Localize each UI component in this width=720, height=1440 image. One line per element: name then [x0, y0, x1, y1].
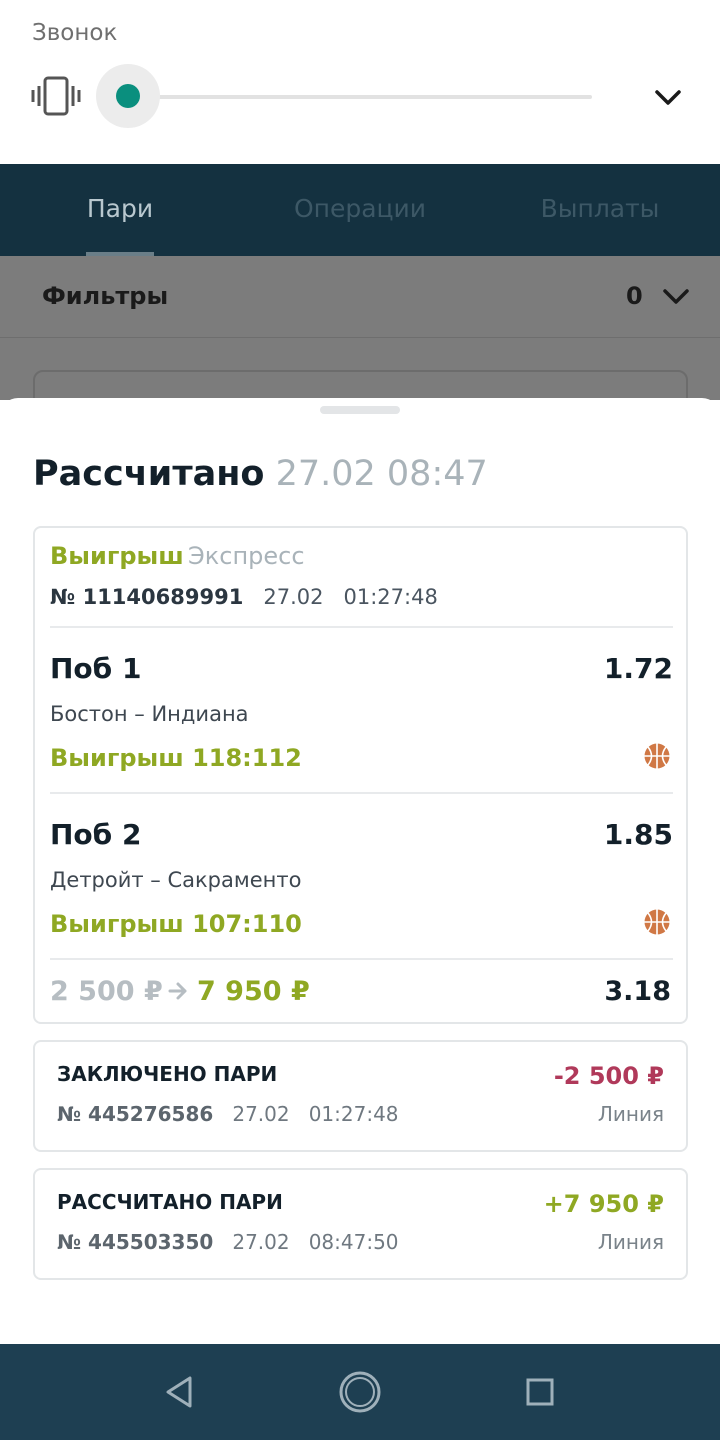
leg-odds: 1.85: [603, 818, 673, 851]
bet-stake: 2 500 ₽: [50, 976, 163, 1007]
volume-panel: Звонок: [0, 0, 720, 164]
bet-number-line: № 11140689991 27.02 01:27:48: [50, 585, 438, 609]
bet-card: Выигрыш Экспресс № 11140689991 27.02 01:…: [33, 526, 688, 1024]
leg-outcome: Поб 2: [50, 818, 142, 851]
sheet-drag-handle[interactable]: [320, 406, 400, 414]
bet-total-odds: 3.18: [604, 976, 671, 1007]
filters-label: Фильтры: [42, 282, 169, 310]
operation-line: Линия: [597, 1230, 664, 1254]
divider: [50, 792, 673, 794]
bet-details-sheet: Рассчитано 27.02 08:47 Выигрыш Экспресс …: [0, 398, 720, 1344]
operation-date: 27.02: [232, 1102, 290, 1126]
tab-payouts[interactable]: Выплаты: [480, 194, 720, 223]
bet-type: Экспресс: [188, 542, 305, 570]
sheet-status: Рассчитано: [33, 454, 265, 494]
operation-number: № 445276586: [57, 1102, 214, 1126]
operation-title: ЗАКЛЮЧЕНО ПАРИ: [57, 1062, 278, 1086]
operation-title: РАССЧИТАНО ПАРИ: [57, 1190, 283, 1214]
leg-result: Выигрыш 107:110: [50, 910, 302, 938]
back-icon[interactable]: [158, 1370, 202, 1414]
filters-row[interactable]: Фильтры 0: [0, 256, 720, 338]
system-nav-bar: [0, 1344, 720, 1440]
divider: [50, 958, 673, 960]
bet-status: Выигрыш: [50, 542, 184, 570]
basketball-icon: [644, 743, 670, 769]
operation-time: 08:47:50: [308, 1230, 399, 1254]
operation-number: № 445503350: [57, 1230, 214, 1254]
operation-date: 27.02: [232, 1230, 290, 1254]
bet-payout: 7 950 ₽: [197, 976, 310, 1007]
tab-operations[interactable]: Операции: [240, 194, 480, 223]
filters-count: 0: [626, 282, 643, 310]
bet-number: № 11140689991: [50, 585, 244, 609]
home-icon[interactable]: [338, 1370, 382, 1414]
operation-number-line: № 445503350 27.02 08:47:50: [57, 1230, 399, 1254]
sheet-datetime: 27.02 08:47: [275, 454, 488, 494]
tab-bar: Пари Операции Выплаты: [0, 164, 720, 256]
operation-amount: -2 500 ₽: [553, 1062, 664, 1090]
tab-pari[interactable]: Пари: [0, 194, 240, 223]
leg-outcome: Поб 1: [50, 652, 142, 685]
leg-result: Выигрыш 118:112: [50, 744, 302, 772]
operation-line: Линия: [597, 1102, 664, 1126]
bet-leg: Поб 2 1.85 Детройт – Сакраменто Выигрыш …: [50, 818, 673, 968]
chevron-down-icon: [663, 289, 689, 304]
operation-time: 01:27:48: [308, 1102, 399, 1126]
operation-amount: +7 950 ₽: [543, 1190, 664, 1218]
volume-title: Звонок: [32, 20, 118, 46]
leg-match: Детройт – Сакраменто: [50, 868, 302, 892]
operation-number-line: № 445276586 27.02 01:27:48: [57, 1102, 399, 1126]
recents-icon[interactable]: [518, 1370, 562, 1414]
bet-date: 27.02: [263, 585, 324, 609]
sheet-title: Рассчитано 27.02 08:47: [33, 454, 488, 494]
bet-leg: Поб 1 1.72 Бостон – Индиана Выигрыш 118:…: [50, 652, 673, 802]
bet-time: 01:27:48: [343, 585, 438, 609]
operation-card: РАССЧИТАНО ПАРИ +7 950 ₽ № 445503350 27.…: [33, 1168, 688, 1280]
divider: [50, 626, 673, 628]
vibrate-icon[interactable]: [30, 76, 82, 116]
chevron-down-icon[interactable]: [650, 80, 686, 116]
volume-slider-track[interactable]: [128, 95, 592, 99]
leg-match: Бостон – Индиана: [50, 702, 249, 726]
operation-card: ЗАКЛЮЧЕНО ПАРИ -2 500 ₽ № 445276586 27.0…: [33, 1040, 688, 1152]
leg-odds: 1.72: [603, 652, 673, 685]
arrow-right-icon: [168, 982, 187, 1000]
basketball-icon: [644, 909, 670, 935]
volume-slider-thumb[interactable]: [116, 84, 140, 108]
